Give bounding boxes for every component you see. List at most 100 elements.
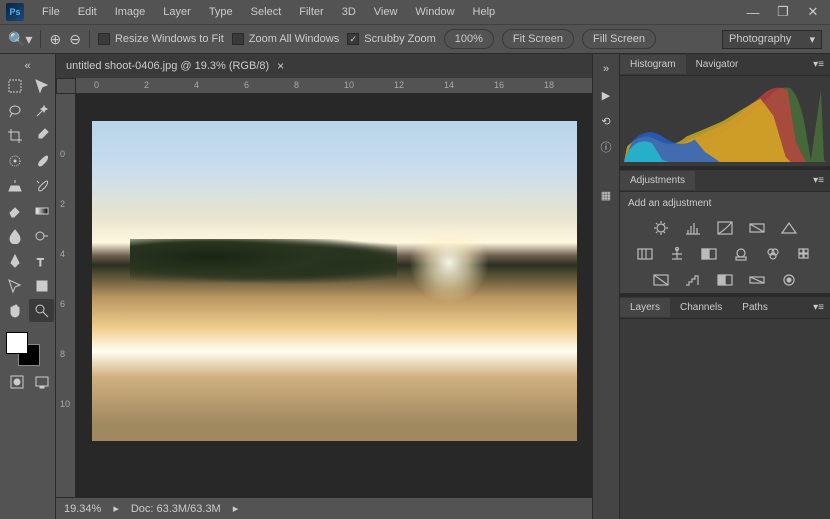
tools-panel: « T bbox=[0, 54, 56, 519]
zoom-tool[interactable] bbox=[29, 299, 54, 322]
zoom-tool-icon[interactable]: 🔍▾ bbox=[8, 31, 32, 48]
panel-menu-icon[interactable]: ▾≡ bbox=[807, 59, 830, 70]
menu-3d[interactable]: 3D bbox=[334, 2, 364, 22]
zoom-all-label: Zoom All Windows bbox=[249, 33, 339, 45]
pen-tool[interactable] bbox=[2, 249, 27, 272]
options-bar: 🔍▾ ⊕ ⊖ Resize Windows to Fit Zoom All Wi… bbox=[0, 24, 830, 54]
brightness-contrast-icon[interactable] bbox=[650, 219, 672, 237]
hue-sat-icon[interactable] bbox=[634, 245, 656, 263]
menu-filter[interactable]: Filter bbox=[291, 2, 331, 22]
photo-filter-icon[interactable] bbox=[730, 245, 752, 263]
gradient-tool[interactable] bbox=[29, 199, 54, 222]
vibrance-icon[interactable] bbox=[778, 219, 800, 237]
horizontal-ruler[interactable]: 0 2 4 6 8 10 12 14 16 18 bbox=[76, 78, 592, 94]
color-lookup-icon[interactable] bbox=[794, 245, 816, 263]
lasso-tool[interactable] bbox=[2, 99, 27, 122]
panel-menu-icon[interactable]: ▾≡ bbox=[807, 175, 830, 186]
fill-screen-button[interactable]: Fill Screen bbox=[582, 29, 656, 49]
panel-menu-icon[interactable]: ▾≡ bbox=[807, 302, 830, 313]
history-brush-tool[interactable] bbox=[29, 174, 54, 197]
zoom-level-status[interactable]: 19.34% bbox=[64, 503, 101, 515]
curves-icon[interactable] bbox=[714, 219, 736, 237]
color-balance-icon[interactable] bbox=[666, 245, 688, 263]
move-tool[interactable] bbox=[29, 74, 54, 97]
tab-adjustments[interactable]: Adjustments bbox=[620, 171, 695, 190]
workspace-dropdown[interactable]: Photography▾ bbox=[722, 30, 822, 49]
doc-size-status[interactable]: Doc: 63.3M/63.3M bbox=[131, 503, 221, 515]
image-content bbox=[409, 223, 489, 303]
spot-heal-tool[interactable] bbox=[2, 149, 27, 172]
maximize-button[interactable]: ❐ bbox=[772, 5, 794, 19]
document-tab[interactable]: untitled shoot-0406.jpg @ 19.3% (RGB/8) … bbox=[56, 54, 294, 78]
history-icon[interactable]: ⟲ bbox=[597, 112, 615, 130]
path-select-tool[interactable] bbox=[2, 274, 27, 297]
close-button[interactable]: ✕ bbox=[802, 5, 824, 19]
zoom-100-button[interactable]: 100% bbox=[444, 29, 494, 49]
tab-histogram[interactable]: Histogram bbox=[620, 55, 686, 74]
resize-windows-label: Resize Windows to Fit bbox=[115, 33, 224, 45]
vertical-ruler[interactable]: 0 2 4 6 8 10 bbox=[56, 94, 76, 497]
expand-panels-icon[interactable]: » bbox=[597, 60, 615, 78]
shape-tool[interactable] bbox=[29, 274, 54, 297]
menu-help[interactable]: Help bbox=[465, 2, 504, 22]
eraser-tool[interactable] bbox=[2, 199, 27, 222]
hand-tool[interactable] bbox=[2, 299, 27, 322]
brush-tool[interactable] bbox=[29, 149, 54, 172]
main-menu: File Edit Image Layer Type Select Filter… bbox=[34, 2, 503, 22]
chevron-right-icon[interactable]: ▸ bbox=[113, 502, 119, 515]
crop-tool[interactable] bbox=[2, 124, 27, 147]
zoom-all-checkbox[interactable]: Zoom All Windows bbox=[232, 33, 339, 45]
marquee-tool[interactable] bbox=[2, 74, 27, 97]
type-tool[interactable]: T bbox=[29, 249, 54, 272]
menu-image[interactable]: Image bbox=[107, 2, 154, 22]
layers-panel-body[interactable] bbox=[620, 319, 830, 519]
minimize-button[interactable]: — bbox=[742, 5, 764, 19]
canvas-viewport[interactable] bbox=[76, 94, 592, 497]
tab-paths[interactable]: Paths bbox=[732, 298, 778, 317]
menu-view[interactable]: View bbox=[366, 2, 406, 22]
posterize-icon[interactable] bbox=[682, 271, 704, 289]
exposure-icon[interactable] bbox=[746, 219, 768, 237]
levels-icon[interactable] bbox=[682, 219, 704, 237]
resize-windows-checkbox[interactable]: Resize Windows to Fit bbox=[98, 33, 224, 45]
zoom-in-icon[interactable]: ⊕ bbox=[49, 31, 61, 48]
menu-edit[interactable]: Edit bbox=[70, 2, 105, 22]
menu-select[interactable]: Select bbox=[243, 2, 290, 22]
foreground-color-swatch[interactable] bbox=[6, 332, 28, 354]
tools-collapse-icon[interactable]: « bbox=[2, 58, 53, 74]
tab-layers[interactable]: Layers bbox=[620, 298, 670, 317]
scrubby-label: Scrubby Zoom bbox=[364, 33, 436, 45]
gradient-map-icon[interactable] bbox=[746, 271, 768, 289]
chevron-right-icon[interactable]: ▸ bbox=[233, 502, 239, 515]
add-adjustment-label: Add an adjustment bbox=[620, 192, 830, 215]
selective-color-icon[interactable] bbox=[778, 271, 800, 289]
document-canvas[interactable] bbox=[92, 121, 577, 441]
bw-icon[interactable] bbox=[698, 245, 720, 263]
menu-window[interactable]: Window bbox=[407, 2, 462, 22]
screen-mode-icon[interactable] bbox=[32, 370, 54, 393]
histogram-display bbox=[620, 76, 830, 166]
fit-screen-button[interactable]: Fit Screen bbox=[502, 29, 574, 49]
app-logo[interactable]: Ps bbox=[6, 3, 24, 21]
eyedropper-tool[interactable] bbox=[29, 124, 54, 147]
menu-type[interactable]: Type bbox=[201, 2, 241, 22]
ruler-origin[interactable] bbox=[56, 78, 76, 94]
threshold-icon[interactable] bbox=[714, 271, 736, 289]
quick-mask-icon[interactable] bbox=[6, 370, 28, 393]
clone-stamp-tool[interactable] bbox=[2, 174, 27, 197]
menu-file[interactable]: File bbox=[34, 2, 68, 22]
tab-channels[interactable]: Channels bbox=[670, 298, 732, 317]
swatch-panel-icon[interactable]: ▦ bbox=[597, 186, 615, 204]
play-icon[interactable]: ▶ bbox=[597, 86, 615, 104]
scrubby-zoom-checkbox[interactable]: ✓Scrubby Zoom bbox=[347, 33, 436, 45]
invert-icon[interactable] bbox=[650, 271, 672, 289]
zoom-out-icon[interactable]: ⊖ bbox=[69, 31, 81, 48]
tab-navigator[interactable]: Navigator bbox=[686, 55, 749, 74]
close-tab-icon[interactable]: × bbox=[277, 59, 284, 73]
blur-tool[interactable] bbox=[2, 224, 27, 247]
dodge-tool[interactable] bbox=[29, 224, 54, 247]
magic-wand-tool[interactable] bbox=[29, 99, 54, 122]
info-icon[interactable]: ⓘ bbox=[597, 138, 615, 156]
channel-mixer-icon[interactable] bbox=[762, 245, 784, 263]
menu-layer[interactable]: Layer bbox=[155, 2, 199, 22]
